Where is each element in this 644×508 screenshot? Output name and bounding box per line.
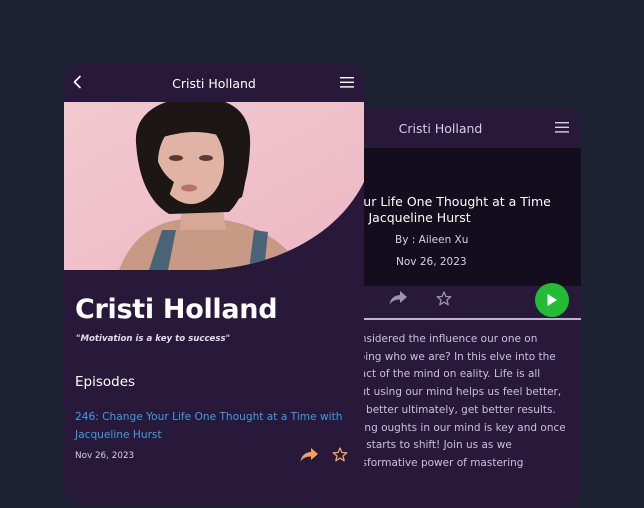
header-title: Cristi Holland [172, 75, 256, 91]
episode-date: Nov 26, 2023 [75, 451, 135, 461]
episode-title: e Your Life One Thought at a Time with J… [338, 194, 551, 225]
episodes-heading: Episodes [75, 374, 136, 390]
episode-date: Nov 26, 2023 [396, 256, 467, 268]
play-button[interactable] [535, 283, 569, 317]
play-icon [546, 293, 558, 307]
menu-icon[interactable] [340, 77, 354, 88]
menu-icon[interactable] [555, 122, 569, 133]
profile-photo [64, 102, 364, 270]
episode-link[interactable]: 246: Change Your Life One Thought at a T… [75, 409, 357, 444]
episode-author: By : Aileen Xu [395, 234, 469, 246]
share-icon[interactable] [389, 291, 407, 305]
star-icon[interactable] [332, 447, 348, 462]
profile-tagline: "Motivation is a key to success" [76, 334, 231, 344]
star-icon[interactable] [436, 291, 452, 306]
podcast-profile-screen: Cristi Holland Cristi Holland "Motivatio… [64, 64, 364, 504]
header-title: Cristi Holland [398, 120, 483, 136]
episode-description: r considered the influence our one on sh… [340, 333, 566, 469]
screen-header: Cristi Holland [64, 64, 364, 102]
profile-name: Cristi Holland [75, 294, 278, 325]
back-arrow-icon[interactable] [72, 75, 84, 89]
share-icon[interactable] [300, 448, 318, 462]
